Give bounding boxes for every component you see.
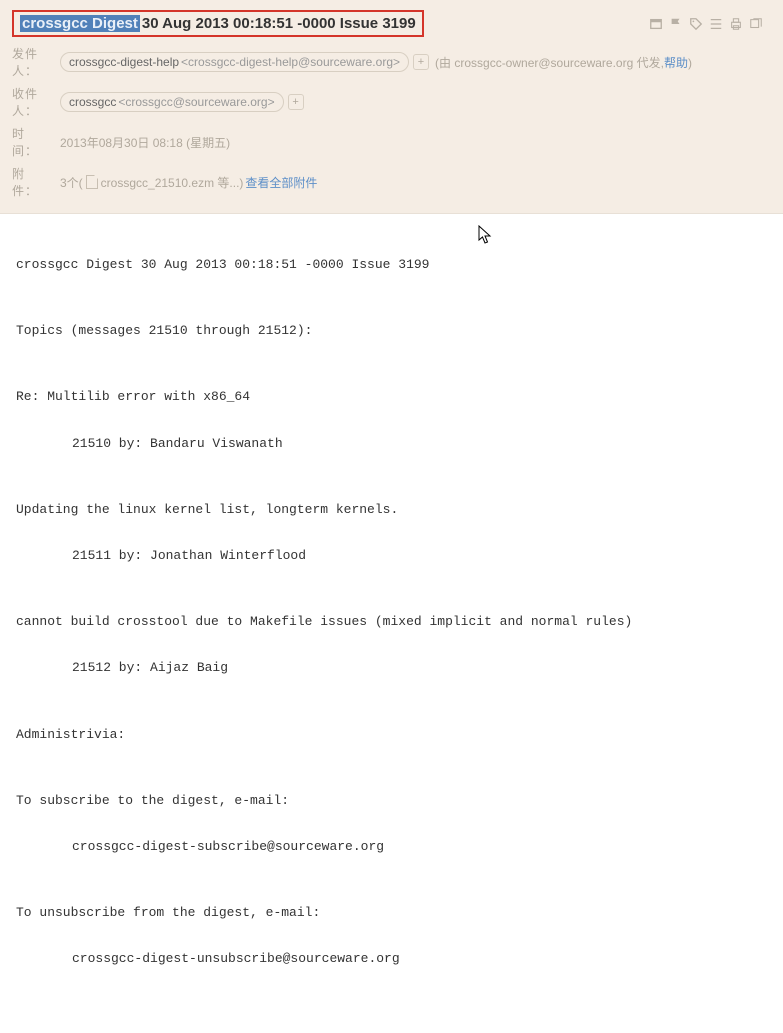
body-line: Administrivia: <box>16 724 767 746</box>
to-name: crossgcc <box>69 95 116 109</box>
from-email: <crossgcc-digest-help@sourceware.org> <box>181 55 400 69</box>
list-icon[interactable] <box>709 17 723 31</box>
from-suffix: (由 crossgcc-owner@sourceware.org 代发,帮助) <box>435 54 692 71</box>
body-line: crossgcc Digest 30 Aug 2013 00:18:51 -00… <box>16 254 767 276</box>
print-icon[interactable] <box>729 17 743 31</box>
add-sender-button[interactable]: + <box>413 54 429 70</box>
body-line: Updating the linux kernel list, longterm… <box>16 499 767 521</box>
file-icon <box>86 175 98 189</box>
to-chip[interactable]: crossgcc <crossgcc@sourceware.org> <box>60 92 284 112</box>
time-label: 时 间： <box>12 125 60 159</box>
more-icon[interactable] <box>749 17 763 31</box>
from-chip[interactable]: crossgcc-digest-help <crossgcc-digest-he… <box>60 52 409 72</box>
action-bar <box>649 17 771 31</box>
time-row: 时 间： 2013年08月30日 08:18 (星期五) <box>12 125 771 159</box>
body-line-indent: crossgcc-digest-unsubscribe@sourceware.o… <box>72 948 767 970</box>
time-value: 2013年08月30日 08:18 (星期五) <box>60 134 230 151</box>
attach-row: 附 件： 3个( crossgcc_21510.ezm 等...) 查看全部附件 <box>12 165 771 199</box>
body-line-indent: 21511 by: Jonathan Winterflood <box>72 545 767 567</box>
from-name: crossgcc-digest-help <box>69 55 179 69</box>
attach-label: 附 件： <box>12 165 60 199</box>
help-link[interactable]: 帮助 <box>664 56 688 70</box>
body-line: To subscribe to the digest, e-mail: <box>16 790 767 812</box>
attach-count: 3个( <box>60 174 83 191</box>
from-label: 发件人： <box>12 45 60 79</box>
body-line: cannot build crosstool due to Makefile i… <box>16 611 767 633</box>
add-recipient-button[interactable]: + <box>288 94 304 110</box>
subject-box: crossgcc Digest 30 Aug 2013 00:18:51 -00… <box>12 10 424 37</box>
body-line: Re: Multilib error with x86_64 <box>16 386 767 408</box>
subject-rest: 30 Aug 2013 00:18:51 -0000 Issue 3199 <box>142 15 416 32</box>
body-line-indent: 21512 by: Aijaz Baig <box>72 657 767 679</box>
body-line-indent: 21510 by: Bandaru Viswanath <box>72 433 767 455</box>
from-row: 发件人： crossgcc-digest-help <crossgcc-dige… <box>12 45 771 79</box>
email-body: crossgcc Digest 30 Aug 2013 00:18:51 -00… <box>0 214 783 1033</box>
window-icon[interactable] <box>649 17 663 31</box>
to-email: <crossgcc@sourceware.org> <box>118 95 274 109</box>
subject-highlighted: crossgcc Digest <box>20 15 140 32</box>
body-line: Topics (messages 21510 through 21512): <box>16 320 767 342</box>
to-label: 收件人： <box>12 85 60 119</box>
tag-icon[interactable] <box>689 17 703 31</box>
view-all-attachments-link[interactable]: 查看全部附件 <box>245 174 317 191</box>
subject-row: crossgcc Digest 30 Aug 2013 00:18:51 -00… <box>12 10 771 37</box>
body-line: To unsubscribe from the digest, e-mail: <box>16 902 767 924</box>
email-header: crossgcc Digest 30 Aug 2013 00:18:51 -00… <box>0 0 783 214</box>
to-row: 收件人： crossgcc <crossgcc@sourceware.org> … <box>12 85 771 119</box>
body-line-indent: crossgcc-digest-subscribe@sourceware.org <box>72 836 767 858</box>
flag-icon[interactable] <box>669 17 683 31</box>
attach-filename: crossgcc_21510.ezm 等...) <box>101 174 244 191</box>
